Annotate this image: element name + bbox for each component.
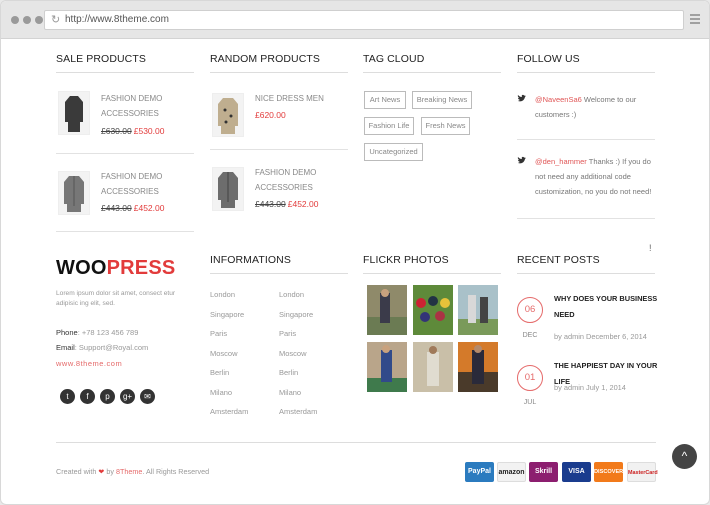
tweet: @NaveenSa6 Welcome to our customers :) [517,92,655,132]
informations-title: INFORMATIONS [210,254,291,266]
notice-marker: ! [649,243,652,253]
info-link[interactable]: Amsterdam [210,402,248,422]
twitter-bird-icon [517,156,526,164]
twitter-icon[interactable]: t [60,389,75,404]
post-date-day: 06 [517,297,543,323]
info-link[interactable]: Moscow [210,344,248,364]
info-link[interactable]: Berlin [279,363,317,383]
product-thumbnail[interactable] [58,171,90,215]
tweet: @den_hammer Thanks :) If you do not need… [517,154,655,204]
url-text: http://www.8theme.com [65,14,169,25]
tag-fashion-life[interactable]: Fashion Life [364,117,414,135]
product-price: £630.00 £530.00 [101,126,165,136]
discover-icon: DISCOVER [594,462,623,482]
informations-widget: INFORMATIONS [210,253,348,274]
scroll-to-top-button[interactable]: ^ [672,444,697,469]
amazon-icon: amazon [497,462,526,482]
tag-art-news[interactable]: Art News [364,91,406,109]
follow-us-title: FOLLOW US [517,53,580,65]
address-bar[interactable]: ↻ http://www.8theme.com [44,10,684,30]
follow-us-widget: FOLLOW US [517,52,655,73]
info-link[interactable]: Singapore [210,305,248,325]
sale-products-list: FASHION DEMO ACCESSORIES £630.00 £530.00 … [56,91,194,251]
random-products-widget: RANDOM PRODUCTS [210,52,348,73]
flickr-photo[interactable] [458,342,498,392]
facebook-icon[interactable]: f [80,389,95,404]
site-link[interactable]: www.8theme.com [56,359,122,368]
info-list-1: London Singapore Paris Moscow Berlin Mil… [210,285,248,422]
product-thumbnail[interactable] [58,91,90,135]
browser-toolbar: ↻ http://www.8theme.com [1,1,709,39]
flickr-photo[interactable] [367,285,407,335]
tweet-handle[interactable]: @den_hammer [535,157,587,166]
window-controls[interactable] [11,16,43,24]
info-link[interactable]: Milano [210,383,248,403]
product-thumbnail[interactable] [212,167,244,211]
heart-icon: ❤ [98,467,105,476]
product-price: £443.00 £452.00 [255,199,319,209]
info-list-2: London Singapore Paris Moscow Berlin Mil… [279,285,317,422]
post-meta: by admin December 6, 2014 [554,332,647,341]
info-link[interactable]: Paris [210,324,248,344]
info-link[interactable]: Paris [279,324,317,344]
info-link[interactable]: London [210,285,248,305]
flickr-photo[interactable] [413,285,453,335]
flickr-photo[interactable] [458,285,498,335]
woopress-logo[interactable]: WOOPRESS [56,257,175,280]
info-link[interactable]: London [279,285,317,305]
browser-menu-icon[interactable] [690,14,700,26]
google-plus-icon[interactable]: g+ [120,389,135,404]
info-link[interactable]: Milano [279,383,317,403]
flickr-widget: FLICKR PHOTOS [363,253,501,274]
product-price: £443.00 £452.00 [101,203,165,213]
reload-icon[interactable]: ↻ [51,14,60,26]
paypal-icon: PayPal [465,462,494,482]
recent-posts-widget: RECENT POSTS [517,253,655,274]
product-name[interactable]: FASHION DEMO ACCESSORIES [101,91,191,121]
recent-posts-title: RECENT POSTS [517,254,600,266]
visa-icon: VISA [562,462,591,482]
mail-icon[interactable]: ✉ [140,389,155,404]
info-link[interactable]: Moscow [279,344,317,364]
about-text: Lorem ipsum dolor sit amet, consect etur… [56,290,176,307]
skrill-icon: Skrill [529,462,558,482]
social-links: t f p g+ ✉ [60,389,155,404]
sale-products-title: SALE PRODUCTS [56,53,146,65]
info-link[interactable]: Amsterdam [279,402,317,422]
copyright-brand-link[interactable]: 8Theme [116,467,142,476]
post-date-day: 01 [517,365,543,391]
tweet-handle[interactable]: @NaveenSa6 [535,95,582,104]
product-name[interactable]: FASHION DEMO ACCESSORIES [255,165,345,195]
flickr-photo[interactable] [413,342,453,392]
tag-cloud-title: TAG CLOUD [363,53,425,65]
product-price: £620.00 [255,110,286,120]
info-link[interactable]: Berlin [210,363,248,383]
random-products-title: RANDOM PRODUCTS [210,53,321,65]
tag-cloud-widget: TAG CLOUD [363,52,501,73]
post-date-month: DEC [522,332,538,339]
tag-uncategorized[interactable]: Uncategorized [364,143,423,161]
flickr-title: FLICKR PHOTOS [363,254,449,266]
flickr-photo[interactable] [367,342,407,392]
info-link[interactable]: Singapore [279,305,317,325]
product-thumbnail[interactable] [212,93,244,137]
mastercard-icon: MasterCard [627,462,658,482]
post-title[interactable]: WHY DOES YOUR BUSINESS NEED [554,291,659,323]
product-name[interactable]: NICE DRESS MEN [255,91,345,106]
copyright: Created with ❤ by 8Theme. All Rights Res… [56,467,210,476]
browser-window: ↻ http://www.8theme.com SALE PRODUCTS FA… [0,0,710,505]
random-products-list: NICE DRESS MEN £620.00 FASHION DEMO ACCE… [210,91,348,251]
post-date-month: JUL [523,399,537,406]
contact-email[interactable]: Email: Support@Royal.com [56,343,148,353]
sale-products-widget: SALE PRODUCTS [56,52,194,73]
tag-fresh-news[interactable]: Fresh News [421,117,470,135]
twitter-bird-icon [517,94,526,102]
tag-breaking-news[interactable]: Breaking News [412,91,472,109]
contact-phone: Phone: +78 123 456 789 [56,328,139,337]
post-meta: by admin July 1, 2014 [554,383,626,392]
pinterest-icon[interactable]: p [100,389,115,404]
product-name[interactable]: FASHION DEMO ACCESSORIES [101,169,191,199]
